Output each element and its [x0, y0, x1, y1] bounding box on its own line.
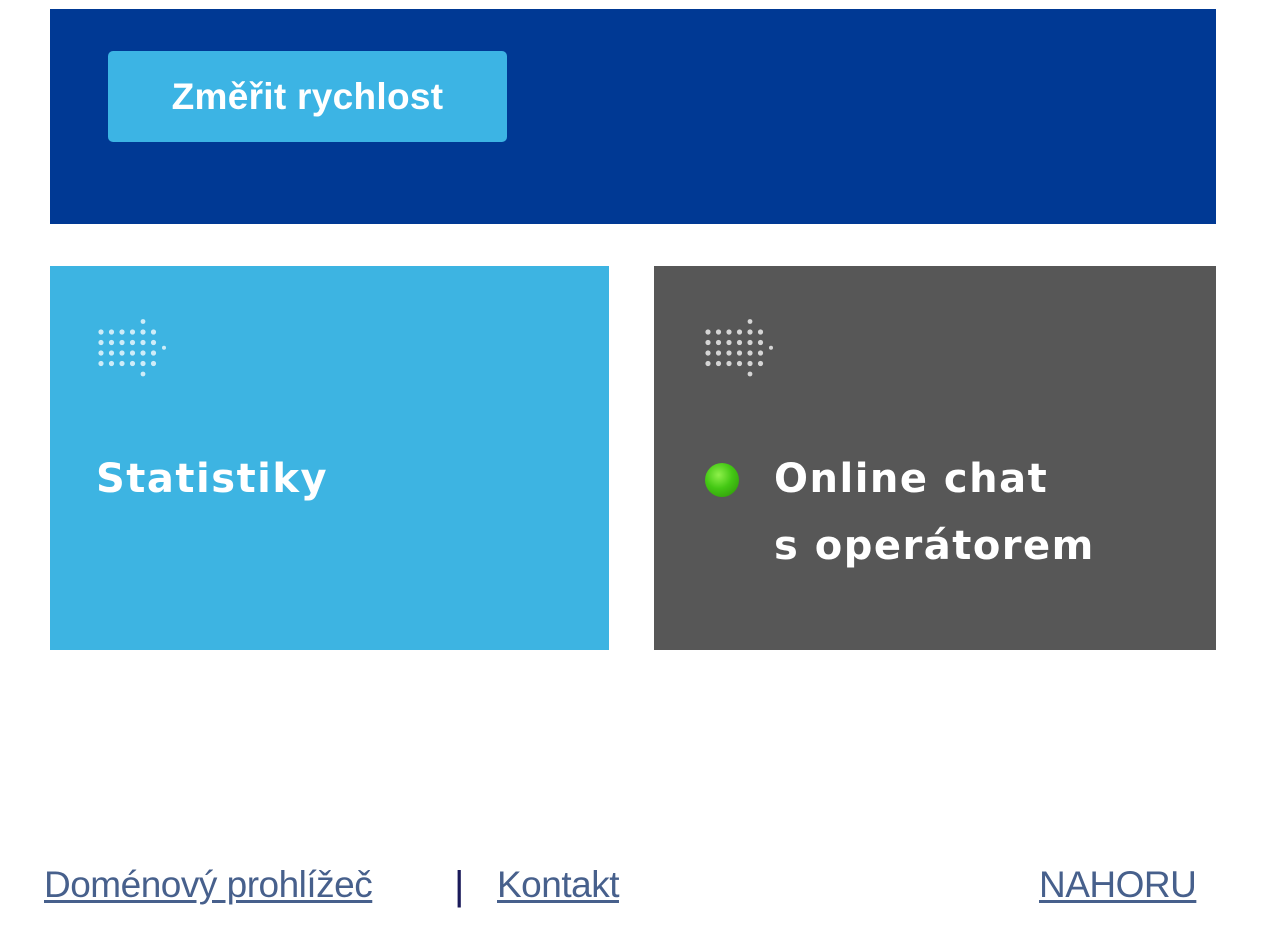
online-status-dot-icon — [705, 463, 739, 497]
online-chat-tile[interactable]: Online chat s operátorem — [654, 266, 1216, 650]
online-chat-tile-title: Online chat s operátorem — [774, 446, 1095, 580]
speedtest-banner: Změřit rychlost — [50, 9, 1216, 224]
dots-arrow-icon — [98, 319, 166, 377]
statistics-tile[interactable]: Statistiky — [50, 266, 609, 650]
dots-arrow-icon — [705, 319, 773, 377]
footer-separator: | — [454, 864, 465, 908]
statistics-tile-title: Statistiky — [96, 456, 329, 502]
page: Změřit rychlost Statistiky Online chat s… — [0, 0, 1270, 948]
back-to-top-link[interactable]: NAHORU — [1039, 864, 1197, 906]
chat-title-line1: Online chat — [774, 456, 1049, 502]
chat-title-line2: s operátorem — [774, 523, 1095, 569]
domain-browser-link[interactable]: Doménový prohlížeč — [44, 864, 373, 906]
measure-speed-button[interactable]: Změřit rychlost — [108, 51, 507, 142]
footer: Doménový prohlížeč | Kontakt NAHORU — [0, 862, 1270, 912]
contact-link[interactable]: Kontakt — [497, 864, 619, 906]
